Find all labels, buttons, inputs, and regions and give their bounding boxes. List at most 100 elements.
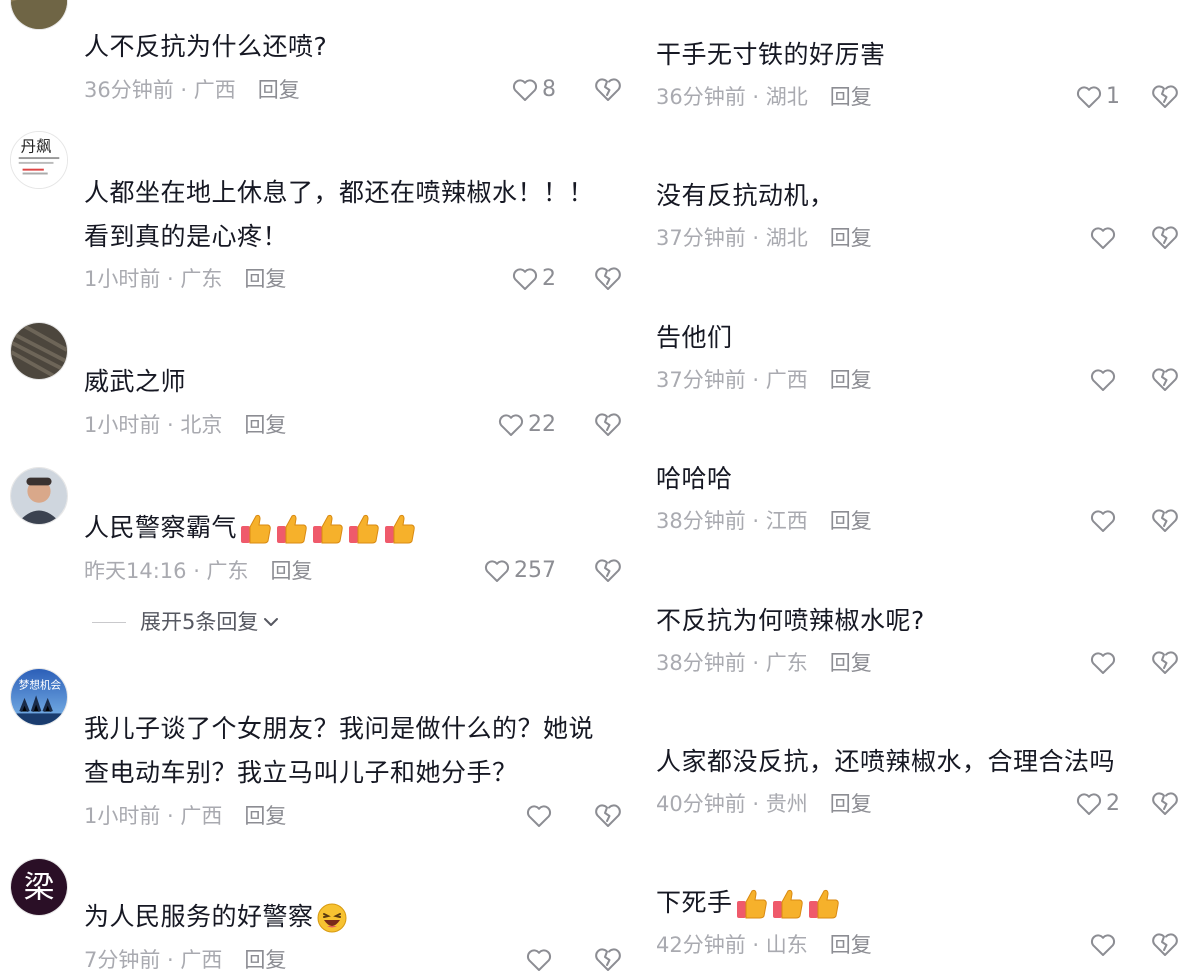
time-location: 1小时前 · 北京: [84, 413, 223, 437]
like-count: 1: [1106, 84, 1120, 109]
like-button[interactable]: [1090, 222, 1120, 254]
dislike-button[interactable]: [1151, 931, 1179, 959]
comment-text: 我儿子谈了个女朋友？我问是做什么的？她说: [84, 714, 595, 743]
comment-text-content: 为人民服务的好警察: [84, 902, 314, 931]
comment-text: 下死手: [656, 880, 841, 926]
dislike-button[interactable]: [594, 946, 622, 974]
reply-button[interactable]: 回复: [244, 948, 286, 972]
like-button[interactable]: [1090, 505, 1120, 537]
comment-meta: 38分钟前 · 广东 回复: [656, 647, 872, 679]
time-location: 昨天14:16 · 广东: [84, 559, 249, 583]
thumbs-up-icon: [772, 889, 803, 919]
dislike-button[interactable]: [594, 265, 622, 293]
comment-meta: 1小时前 · 北京 回复: [84, 409, 286, 441]
reply-button[interactable]: 回复: [244, 413, 286, 437]
broken-heart-icon: [1152, 85, 1178, 108]
broken-heart-icon: [1152, 509, 1178, 532]
avatar[interactable]: 梦想机会: [10, 668, 68, 726]
avatar[interactable]: 丹飙: [10, 131, 68, 189]
comment-text-content: 下死手: [656, 888, 733, 917]
broken-heart-icon: [595, 78, 621, 101]
time-location: 37分钟前 · 广西: [656, 368, 808, 392]
reply-button[interactable]: 回复: [830, 368, 872, 392]
comment-text-content: 干手无寸铁的好厉害: [656, 40, 886, 69]
reply-button[interactable]: 回复: [830, 85, 872, 109]
dislike-button[interactable]: [1151, 649, 1179, 677]
avatar[interactable]: 梁: [10, 858, 68, 916]
expand-replies-button[interactable]: 展开5条回复: [92, 604, 280, 640]
like-count: 8: [542, 77, 556, 102]
thumbs-up-icon: [277, 514, 307, 544]
comment-text: 告他们: [656, 315, 733, 361]
comment-meta: 42分钟前 · 山东 回复: [656, 929, 872, 961]
reply-button[interactable]: 回复: [271, 559, 313, 583]
like-button[interactable]: [1090, 647, 1120, 679]
broken-heart-icon: [595, 948, 621, 971]
divider: [92, 621, 126, 623]
emoji-group: [314, 902, 348, 933]
reply-button[interactable]: 回复: [830, 651, 872, 675]
heart-outline-icon: [1090, 652, 1116, 674]
time-location: 1小时前 · 广东: [84, 267, 223, 291]
like-count: 22: [528, 412, 556, 437]
reply-button[interactable]: 回复: [244, 804, 286, 828]
dislike-button[interactable]: [1151, 790, 1179, 818]
dislike-button[interactable]: [1151, 507, 1179, 535]
heart-outline-icon: [1090, 934, 1116, 956]
like-button[interactable]: 2: [1076, 788, 1120, 820]
reply-button[interactable]: 回复: [830, 792, 872, 816]
broken-heart-icon: [595, 413, 621, 436]
like-count: 2: [1106, 791, 1120, 816]
like-button[interactable]: [526, 944, 556, 976]
svg-text:丹: 丹: [21, 137, 36, 155]
comment-meta: 38分钟前 · 江西 回复: [656, 505, 872, 537]
heart-outline-icon: [512, 268, 538, 290]
like-button[interactable]: 1: [1076, 81, 1120, 113]
dislike-button[interactable]: [594, 557, 622, 585]
heart-outline-icon: [1076, 86, 1102, 108]
like-button[interactable]: 257: [484, 555, 556, 587]
comment-text: 看到真的是心疼！: [84, 222, 289, 251]
time-location: 40分钟前 · 贵州: [656, 792, 808, 816]
dislike-button[interactable]: [594, 76, 622, 104]
time-location: 7分钟前 · 广西: [84, 948, 223, 972]
reply-button[interactable]: 回复: [830, 933, 872, 957]
comment-text: 人不反抗为什么还喷?: [84, 32, 328, 61]
like-button[interactable]: 2: [512, 263, 556, 295]
avatar-text: 梦想机会: [19, 678, 62, 691]
reply-button[interactable]: 回复: [258, 78, 300, 102]
broken-heart-icon: [1152, 792, 1178, 815]
avatar[interactable]: [10, 322, 68, 380]
like-button[interactable]: [1090, 364, 1120, 396]
dislike-button[interactable]: [1151, 224, 1179, 252]
comment-text: 哈哈哈: [656, 456, 733, 502]
reply-button[interactable]: 回复: [830, 226, 872, 250]
svg-text:飙: 飙: [36, 137, 51, 155]
dislike-button[interactable]: [1151, 83, 1179, 111]
reply-button[interactable]: 回复: [244, 267, 286, 291]
time-location: 36分钟前 · 广西: [84, 78, 236, 102]
broken-heart-icon: [1152, 651, 1178, 674]
dislike-button[interactable]: [1151, 366, 1179, 394]
time-location: 38分钟前 · 广东: [656, 651, 808, 675]
broken-heart-icon: [1152, 368, 1178, 391]
like-button[interactable]: [526, 800, 556, 832]
heart-outline-icon: [1076, 793, 1102, 815]
reply-button[interactable]: 回复: [830, 509, 872, 533]
like-count: 257: [514, 558, 556, 583]
laughing-face-icon: [317, 903, 347, 933]
like-button[interactable]: 22: [498, 409, 556, 441]
avatar[interactable]: [10, 0, 68, 30]
comment-column-left: 人不反抗为什么还喷? 36分钟前 · 广西 回复 8 丹飙 人都坐在地上休息了，都…: [0, 0, 640, 972]
thumbs-up-icon: [349, 514, 379, 544]
comment-column-right: 干手无寸铁的好厉害 36分钟前 · 湖北 回复 1 没有反抗动机， 37分钟前 · 湖北回…: [640, 0, 1200, 966]
broken-heart-icon: [1152, 226, 1178, 249]
like-button[interactable]: [1090, 929, 1120, 961]
dislike-button[interactable]: [594, 802, 622, 830]
like-button[interactable]: 8: [512, 74, 556, 106]
heart-outline-icon: [1090, 510, 1116, 532]
dislike-button[interactable]: [594, 411, 622, 439]
heart-outline-icon: [526, 949, 552, 971]
comment-meta: 37分钟前 · 广西 回复: [656, 364, 872, 396]
avatar[interactable]: [10, 467, 68, 525]
